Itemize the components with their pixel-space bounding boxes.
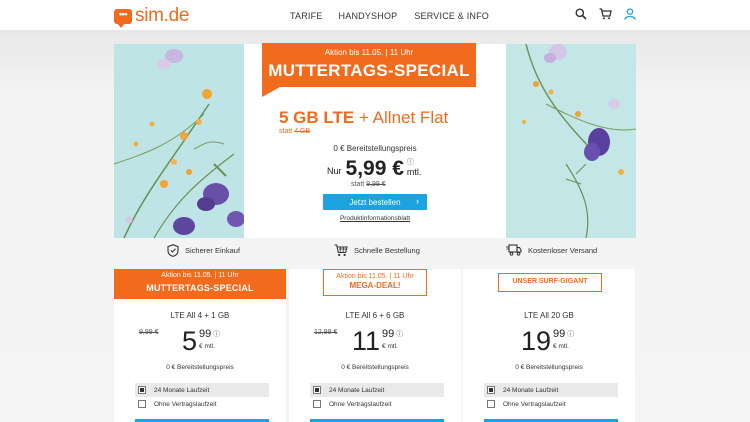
hero-old-price: statt 9,99 € [351, 181, 386, 188]
hero-old-volume: statt 4 GB [279, 128, 311, 135]
offer-data-volume: 5 GB LTE [279, 108, 355, 127]
info-icon[interactable]: ⓘ [396, 329, 403, 339]
nav-item-handyshop[interactable]: HANDYSHOP [339, 11, 398, 21]
chat-bubble-logo-icon: ••• [114, 8, 132, 28]
offer-flat: + Allnet Flat [354, 108, 449, 127]
price-cents: 99 [382, 328, 395, 340]
tariff-price: 11 99 ⓘ € mtl. [352, 327, 403, 355]
checkbox-checked[interactable] [487, 386, 495, 394]
badge-title: UNSER SURF-GIGANT [512, 278, 588, 285]
price-unit: € mtl. [382, 343, 398, 350]
checkbox-unchecked[interactable] [313, 400, 321, 408]
shopping-cart-icon [334, 244, 348, 257]
user-icon[interactable] [624, 8, 636, 20]
contract-term-options: 24 Monate Laufzeit Ohne Vertragslaufzeit [310, 380, 444, 414]
search-icon[interactable] [575, 8, 587, 20]
info-icon[interactable]: ⓘ [407, 157, 422, 167]
badge-promo-period: Aktion bis 11.05. | 11 Uhr [161, 272, 239, 279]
muttertags-special-band: Aktion bis 11.05. | 11 Uhr MUTTERTAGS-SP… [114, 269, 286, 299]
tariff-name: LTE All 6 + 6 GB [345, 311, 405, 320]
price-euros: 11 [352, 326, 381, 356]
tariff-card-lte-all-6-6[interactable]: Aktion bis 11.05. | 11 Uhr MEGA-DEAL! LT… [289, 269, 461, 422]
muttertags-special-banner: Aktion bis 11.05. | 11 Uhr MUTTERTAGS-SP… [262, 43, 476, 97]
tariff-price: 5 99 ⓘ € mtl. [182, 327, 220, 355]
contract-term-options: 24 Monate Laufzeit Ohne Vertragslaufzeit [484, 380, 618, 414]
product-info-sheet-link[interactable]: Produktinformationsblatt [244, 215, 506, 222]
hero-banner[interactable]: Aktion bis 11.05. | 11 Uhr MUTTERTAGS-SP… [114, 43, 636, 238]
info-icon[interactable]: ⓘ [213, 329, 220, 339]
checkbox-unchecked[interactable] [487, 400, 495, 408]
chevron-right-icon: › [416, 196, 419, 206]
nav-item-tarife[interactable]: TARIFE [290, 11, 323, 21]
tariff-card-lte-all-4-1[interactable]: Aktion bis 11.05. | 11 Uhr MUTTERTAGS-SP… [114, 269, 286, 422]
surf-gigant-badge: UNSER SURF-GIGANT [498, 273, 602, 292]
trust-item-fast-order: Schnelle Bestellung [334, 244, 420, 257]
old-price: 9,99 € [139, 329, 159, 336]
banner-title: MUTTERTAGS-SPECIAL [268, 61, 470, 80]
sim-de-logo[interactable]: ••• sim.de [114, 5, 190, 28]
price-euros: 19 [521, 326, 552, 356]
option-no-term[interactable]: Ohne Vertragslaufzeit [484, 397, 618, 411]
tariff-name: LTE All 20 GB [524, 311, 574, 320]
cart-icon[interactable] [599, 8, 612, 20]
order-now-button[interactable]: Jetzt bestellen › [323, 194, 427, 210]
hero-offer-headline: 5 GB LTE + Allnet Flat [279, 108, 448, 128]
trust-item-free-shipping: Kostenloser Versand [506, 244, 597, 256]
price-value: 5,99 € [345, 157, 404, 180]
old-price: 12,99 € [314, 329, 338, 336]
main-nav: TARIFE HANDYSHOP SERVICE & INFO [290, 11, 489, 21]
price-prefix: Nur [327, 166, 342, 176]
setup-fee: 0 € Bereitstellungspreis [341, 364, 409, 371]
badge-title: MUTTERTAGS-SPECIAL [146, 283, 254, 293]
price-unit: mtl. [406, 167, 422, 177]
price-euros: 5 [182, 326, 198, 356]
delivery-truck-icon [506, 244, 522, 256]
price-unit: € mtl. [553, 343, 569, 350]
badge-promo-period: Aktion bis 11.05. | 11 Uhr [336, 273, 414, 280]
checkbox-checked[interactable] [313, 386, 321, 394]
info-icon[interactable]: ⓘ [567, 329, 574, 339]
option-24-months[interactable]: 24 Monate Laufzeit [484, 383, 618, 397]
flowers-image-right [506, 44, 636, 238]
tariff-price: 19 99 ⓘ € mtl. [521, 327, 574, 355]
hero-price: Nur 5,99 € ⓘ mtl. [327, 157, 421, 181]
tariff-name: LTE All 4 + 1 GB [170, 311, 230, 320]
hero-setup-fee: 0 € Bereitstellungspreis [333, 144, 417, 153]
logo-text: sim.de [135, 5, 190, 26]
price-cents: 99 [553, 328, 566, 340]
flowers-image-left [114, 44, 244, 238]
shield-check-icon [167, 244, 179, 257]
tariff-card-lte-all-20[interactable]: UNSER SURF-GIGANT LTE All 20 GB 19 99 ⓘ €… [463, 269, 635, 422]
option-24-months[interactable]: 24 Monate Laufzeit [135, 383, 269, 397]
option-24-months[interactable]: 24 Monate Laufzeit [310, 383, 444, 397]
checkbox-checked[interactable] [138, 386, 146, 394]
trust-label-secure: Sicherer Einkauf [185, 246, 241, 255]
mega-deal-badge: Aktion bis 11.05. | 11 Uhr MEGA-DEAL! [323, 269, 427, 296]
price-unit: € mtl. [199, 343, 215, 350]
banner-promo-period: Aktion bis 11.05. | 11 Uhr [324, 48, 414, 57]
badge-title: MEGA-DEAL! [349, 281, 401, 290]
option-no-term[interactable]: Ohne Vertragslaufzeit [310, 397, 444, 411]
site-header: ••• sim.de TARIFE HANDYSHOP SERVICE & IN… [0, 0, 750, 31]
contract-term-options: 24 Monate Laufzeit Ohne Vertragslaufzeit [135, 380, 269, 414]
setup-fee: 0 € Bereitstellungspreis [166, 364, 234, 371]
trust-label-shipping: Kostenloser Versand [528, 245, 598, 255]
price-cents: 99 [199, 328, 212, 340]
setup-fee: 0 € Bereitstellungspreis [515, 364, 583, 371]
nav-item-service-info[interactable]: SERVICE & INFO [414, 11, 489, 21]
trust-item-secure-shopping: Sicherer Einkauf [167, 244, 240, 257]
trust-label-fast: Schnelle Bestellung [354, 246, 420, 255]
checkbox-unchecked[interactable] [138, 400, 146, 408]
option-no-term[interactable]: Ohne Vertragslaufzeit [135, 397, 269, 411]
